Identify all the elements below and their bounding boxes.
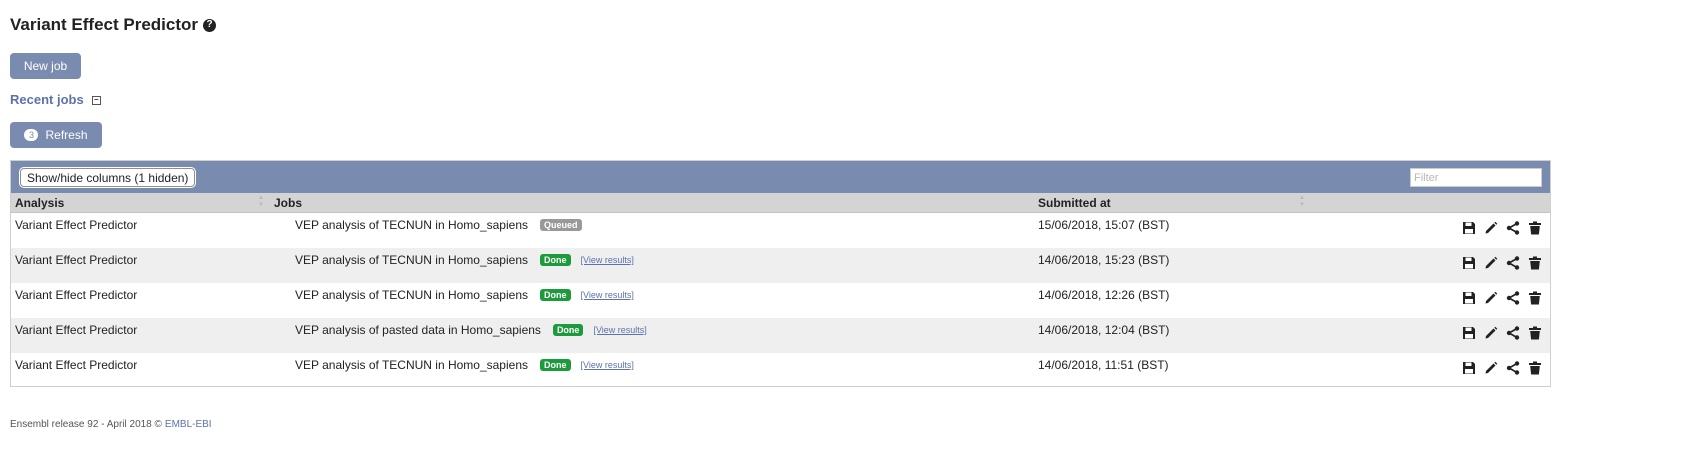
analysis-cell: Variant Effect Predictor: [15, 358, 138, 372]
edit-pencil-icon[interactable]: [1483, 255, 1499, 271]
column-header-jobs[interactable]: Jobs: [274, 196, 302, 210]
submitted-cell: 14/06/2018, 12:26 (BST): [1038, 288, 1170, 302]
footer-link-embl-ebi[interactable]: EMBL-EBI: [165, 419, 212, 431]
page-title-text: Variant Effect Predictor: [10, 15, 199, 34]
table-row: Variant Effect Predictor VEP analysis of…: [11, 248, 1550, 283]
table-toolbar: Show/hide columns (1 hidden): [11, 161, 1550, 193]
edit-pencil-icon[interactable]: [1483, 325, 1499, 341]
edit-pencil-icon[interactable]: [1483, 360, 1499, 376]
jobs-table: Show/hide columns (1 hidden) Analysis ▲▼…: [10, 160, 1551, 387]
table-row: Variant Effect Predictor VEP analysis of…: [11, 353, 1550, 388]
row-actions: [1461, 255, 1543, 271]
view-results-link[interactable]: [View results]: [581, 255, 634, 265]
save-icon[interactable]: [1461, 360, 1477, 376]
table-row: Variant Effect Predictor VEP analysis of…: [11, 283, 1550, 318]
status-badge: Done: [540, 359, 571, 371]
table-row: Variant Effect Predictor VEP analysis of…: [11, 318, 1550, 353]
column-header-analysis[interactable]: Analysis: [15, 196, 64, 210]
view-results-link[interactable]: [View results]: [593, 325, 646, 335]
row-actions: [1461, 325, 1543, 341]
trash-icon[interactable]: [1527, 255, 1543, 271]
job-name: VEP analysis of TECNUN in Homo_sapiens: [295, 218, 528, 232]
row-actions: [1461, 290, 1543, 306]
row-actions: [1461, 220, 1543, 236]
analysis-cell: Variant Effect Predictor: [15, 253, 138, 267]
job-cell: VEP analysis of TECNUN in Homo_sapiens D…: [295, 358, 634, 372]
recent-jobs-label: Recent jobs: [10, 92, 84, 107]
job-name: VEP analysis of TECNUN in Homo_sapiens: [295, 253, 528, 267]
share-icon[interactable]: [1505, 255, 1521, 271]
view-results-link[interactable]: [View results]: [581, 290, 634, 300]
status-badge: Queued: [540, 219, 582, 231]
question-circle-icon[interactable]: ?: [203, 18, 217, 32]
edit-pencil-icon[interactable]: [1483, 290, 1499, 306]
job-cell: VEP analysis of TECNUN in Homo_sapiens Q…: [295, 218, 582, 232]
filter-input[interactable]: [1410, 168, 1542, 187]
new-job-button[interactable]: New job: [10, 53, 81, 79]
share-icon[interactable]: [1505, 360, 1521, 376]
recent-jobs-heading[interactable]: Recent jobs −: [10, 91, 101, 109]
share-icon[interactable]: [1505, 325, 1521, 341]
refresh-count-badge: 3: [24, 129, 39, 141]
table-header: Analysis ▲ ▼ Jobs Submitted at ▲ ▼: [11, 193, 1550, 213]
save-icon[interactable]: [1461, 290, 1477, 306]
job-cell: VEP analysis of pasted data in Homo_sapi…: [295, 323, 647, 337]
collapse-minus-icon[interactable]: −: [91, 95, 101, 105]
status-badge: Done: [552, 324, 584, 336]
sort-icon[interactable]: ▲ ▼: [257, 195, 265, 209]
table-row: Variant Effect Predictor VEP analysis of…: [11, 213, 1550, 248]
submitted-cell: 15/06/2018, 15:07 (BST): [1038, 218, 1170, 232]
show-hide-columns-button[interactable]: Show/hide columns (1 hidden): [20, 168, 196, 187]
save-icon[interactable]: [1461, 220, 1477, 236]
analysis-cell: Variant Effect Predictor: [15, 218, 138, 232]
job-name: VEP analysis of TECNUN in Homo_sapiens: [295, 288, 528, 302]
job-name: VEP analysis of pasted data in Homo_sapi…: [295, 323, 541, 337]
share-icon[interactable]: [1505, 220, 1521, 236]
trash-icon[interactable]: [1527, 325, 1543, 341]
column-header-submitted-at[interactable]: Submitted at: [1038, 196, 1111, 210]
edit-pencil-icon[interactable]: [1483, 220, 1499, 236]
submitted-cell: 14/06/2018, 11:51 (BST): [1038, 358, 1169, 372]
status-badge: Done: [540, 289, 571, 301]
analysis-cell: Variant Effect Predictor: [15, 288, 138, 302]
analysis-cell: Variant Effect Predictor: [15, 323, 138, 337]
refresh-label: Refresh: [45, 128, 88, 142]
footer-text: Ensembl release 92 - April 2018 ©: [10, 419, 162, 430]
trash-icon[interactable]: [1527, 220, 1543, 236]
row-actions: [1461, 360, 1543, 376]
job-name: VEP analysis of TECNUN in Homo_sapiens: [295, 358, 528, 372]
job-cell: VEP analysis of TECNUN in Homo_sapiens D…: [295, 253, 634, 267]
trash-icon[interactable]: [1527, 290, 1543, 306]
submitted-cell: 14/06/2018, 15:23 (BST): [1038, 253, 1170, 267]
trash-icon[interactable]: [1527, 360, 1543, 376]
refresh-button[interactable]: 3 Refresh: [10, 122, 102, 148]
view-results-link[interactable]: [View results]: [581, 360, 634, 370]
status-badge: Done: [540, 254, 571, 266]
sort-icon[interactable]: ▲ ▼: [1298, 195, 1306, 209]
save-icon[interactable]: [1461, 325, 1477, 341]
footer: Ensembl release 92 - April 2018 © EMBL-E…: [10, 419, 212, 431]
share-icon[interactable]: [1505, 290, 1521, 306]
submitted-cell: 14/06/2018, 12:04 (BST): [1038, 323, 1170, 337]
save-icon[interactable]: [1461, 255, 1477, 271]
page-title: Variant Effect Predictor ?: [10, 14, 217, 36]
job-cell: VEP analysis of TECNUN in Homo_sapiens D…: [295, 288, 634, 302]
